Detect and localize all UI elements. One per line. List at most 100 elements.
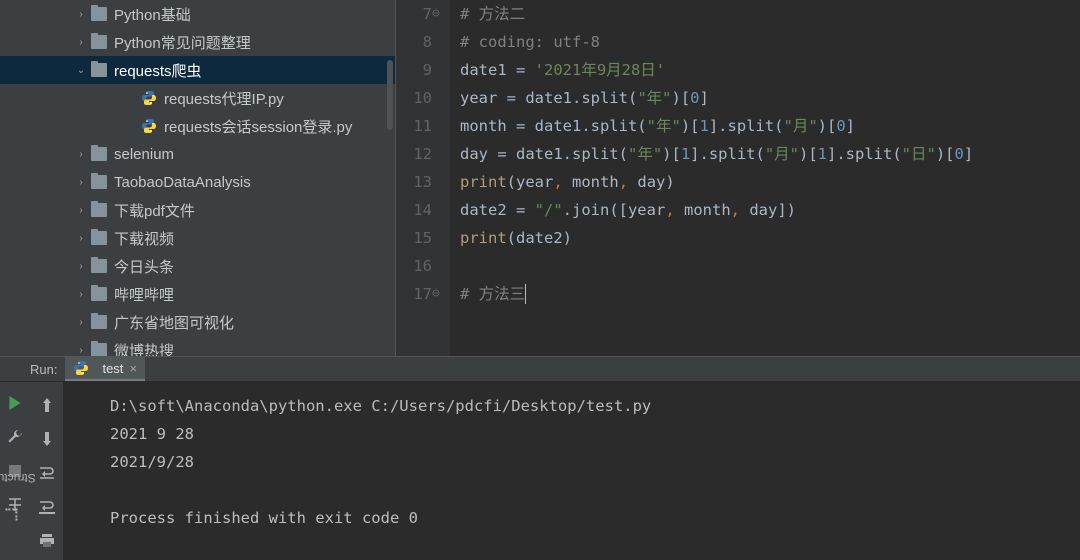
code-line[interactable]: # coding: utf-8 [460,28,973,56]
console-line [110,476,1080,504]
structure-label: Structure [0,471,35,485]
tree-item[interactable]: requests会话session登录.py [0,112,395,140]
tree-item[interactable]: › Python常见问题整理 [0,28,395,56]
line-number: 15 [396,224,432,252]
run-button[interactable] [6,394,24,412]
tree-item[interactable]: › 下载pdf文件 [0,196,395,224]
code-line[interactable]: date2 = "/".join([year, month, day]) [460,196,973,224]
chevron-right-icon[interactable]: › [75,288,87,300]
line-number: 9 [396,56,432,84]
tree-item-label: 微博热搜 [114,340,174,357]
folder-icon [91,287,107,301]
chevron-right-icon[interactable]: › [75,344,87,356]
tree-item[interactable]: requests代理IP.py [0,84,395,112]
console-line: 2021 9 28 [110,420,1080,448]
folder-icon [91,203,107,217]
code-line[interactable]: # 方法三 [460,280,973,308]
chevron-right-icon[interactable]: › [75,316,87,328]
tree-item[interactable]: › selenium [0,140,395,168]
python-icon [73,360,89,376]
chevron-down-icon[interactable]: ⌄ [75,64,87,76]
line-number: 10 [396,84,432,112]
code-line[interactable]: day = date1.split("年")[1].split("月")[1].… [460,140,973,168]
code-line[interactable]: date1 = '2021年9月28日' [460,56,973,84]
python-file-icon [141,118,157,134]
tree-item[interactable]: › 下载视频 [0,224,395,252]
run-tab-test[interactable]: test × [65,357,145,381]
folder-icon [91,315,107,329]
editor-gutter: 7⊖891011121314151617⊖ [396,0,450,356]
tree-item[interactable]: › 微博热搜 [0,336,395,356]
run-panel-header: Run: test × [0,356,1080,382]
console-line: Process finished with exit code 0 [110,504,1080,532]
tree-item-label: 今日头条 [114,256,174,277]
tree-item[interactable]: › 广东省地图可视化 [0,308,395,336]
line-number: 13 [396,168,432,196]
folder-icon [91,7,107,21]
spacer [125,92,137,104]
tree-item-label: Python基础 [114,4,191,25]
project-tree[interactable]: › Python基础 › Python常见问题整理 ⌄ requests爬虫 request… [0,0,395,356]
tree-item-label: 广东省地图可视化 [114,312,234,333]
folder-icon [91,35,107,49]
console-line: 2021/9/28 [110,448,1080,476]
run-panel-title: Run: [30,362,57,377]
chevron-right-icon[interactable]: › [75,176,87,188]
code-line[interactable]: year = date1.split("年")[0] [460,84,973,112]
chevron-right-icon[interactable]: › [75,8,87,20]
code-editor[interactable]: 7⊖891011121314151617⊖ # 方法二# coding: utf… [395,0,1080,356]
console-line: D:\soft\Anaconda\python.exe C:/Users/pdc… [110,392,1080,420]
scroll-to-end-icon[interactable] [38,498,56,516]
tree-item-label: 下载pdf文件 [114,200,195,221]
up-arrow-icon[interactable] [38,396,56,414]
python-file-icon [141,90,157,106]
tree-item-label: TaobaoDataAnalysis [114,174,251,191]
chevron-right-icon[interactable]: › [75,204,87,216]
folder-icon [91,175,107,189]
run-console-output[interactable]: D:\soft\Anaconda\python.exe C:/Users/pdc… [64,382,1080,560]
tree-item-label: requests爬虫 [114,60,202,81]
line-number: 8 [396,28,432,56]
line-number: 14 [396,196,432,224]
tree-item-label: requests会话session登录.py [164,116,352,137]
tree-item-label: requests代理IP.py [164,88,284,109]
folder-icon [91,343,107,356]
tree-item-label: Python常见问题整理 [114,32,251,53]
tree-scrollbar[interactable] [387,60,393,130]
tree-item-label: selenium [114,146,174,163]
chevron-right-icon[interactable]: › [75,36,87,48]
folder-icon [91,147,107,161]
line-number: 16 [396,252,432,280]
spacer [125,120,137,132]
folder-icon [91,259,107,273]
tree-item-label: 下载视频 [114,228,174,249]
tree-item[interactable]: › Python基础 [0,0,395,28]
tree-item[interactable]: ⌄ requests爬虫 [0,56,395,84]
folder-icon [91,63,107,77]
chevron-right-icon[interactable]: › [75,260,87,272]
folder-icon [91,231,107,245]
close-icon[interactable]: × [129,361,137,376]
code-line[interactable]: month = date1.split("年")[1].split("月")[0… [460,112,973,140]
print-icon[interactable] [38,532,56,550]
code-line[interactable]: print(date2) [460,224,973,252]
editor-code[interactable]: # 方法二# coding: utf-8date1 = '2021年9月28日'… [450,0,973,356]
chevron-right-icon[interactable]: › [75,232,87,244]
line-number: 7⊖ [396,0,432,28]
line-number: 11 [396,112,432,140]
tree-item[interactable]: › TaobaoDataAnalysis [0,168,395,196]
code-line[interactable]: print(year, month, day) [460,168,973,196]
run-tab-label: test [102,361,123,376]
soft-wrap-icon[interactable] [38,464,56,482]
structure-icon [5,508,17,520]
run-panel-body: D:\soft\Anaconda\python.exe C:/Users/pdc… [0,382,1080,560]
tree-item[interactable]: › 哔哩哔哩 [0,280,395,308]
line-number: 17⊖ [396,280,432,308]
code-line[interactable] [460,252,973,280]
tree-item[interactable]: › 今日头条 [0,252,395,280]
structure-tool-window-tab[interactable]: Structure [0,444,22,530]
down-arrow-icon[interactable] [38,430,56,448]
tree-item-label: 哔哩哔哩 [114,284,174,305]
code-line[interactable]: # 方法二 [460,0,973,28]
chevron-right-icon[interactable]: › [75,148,87,160]
